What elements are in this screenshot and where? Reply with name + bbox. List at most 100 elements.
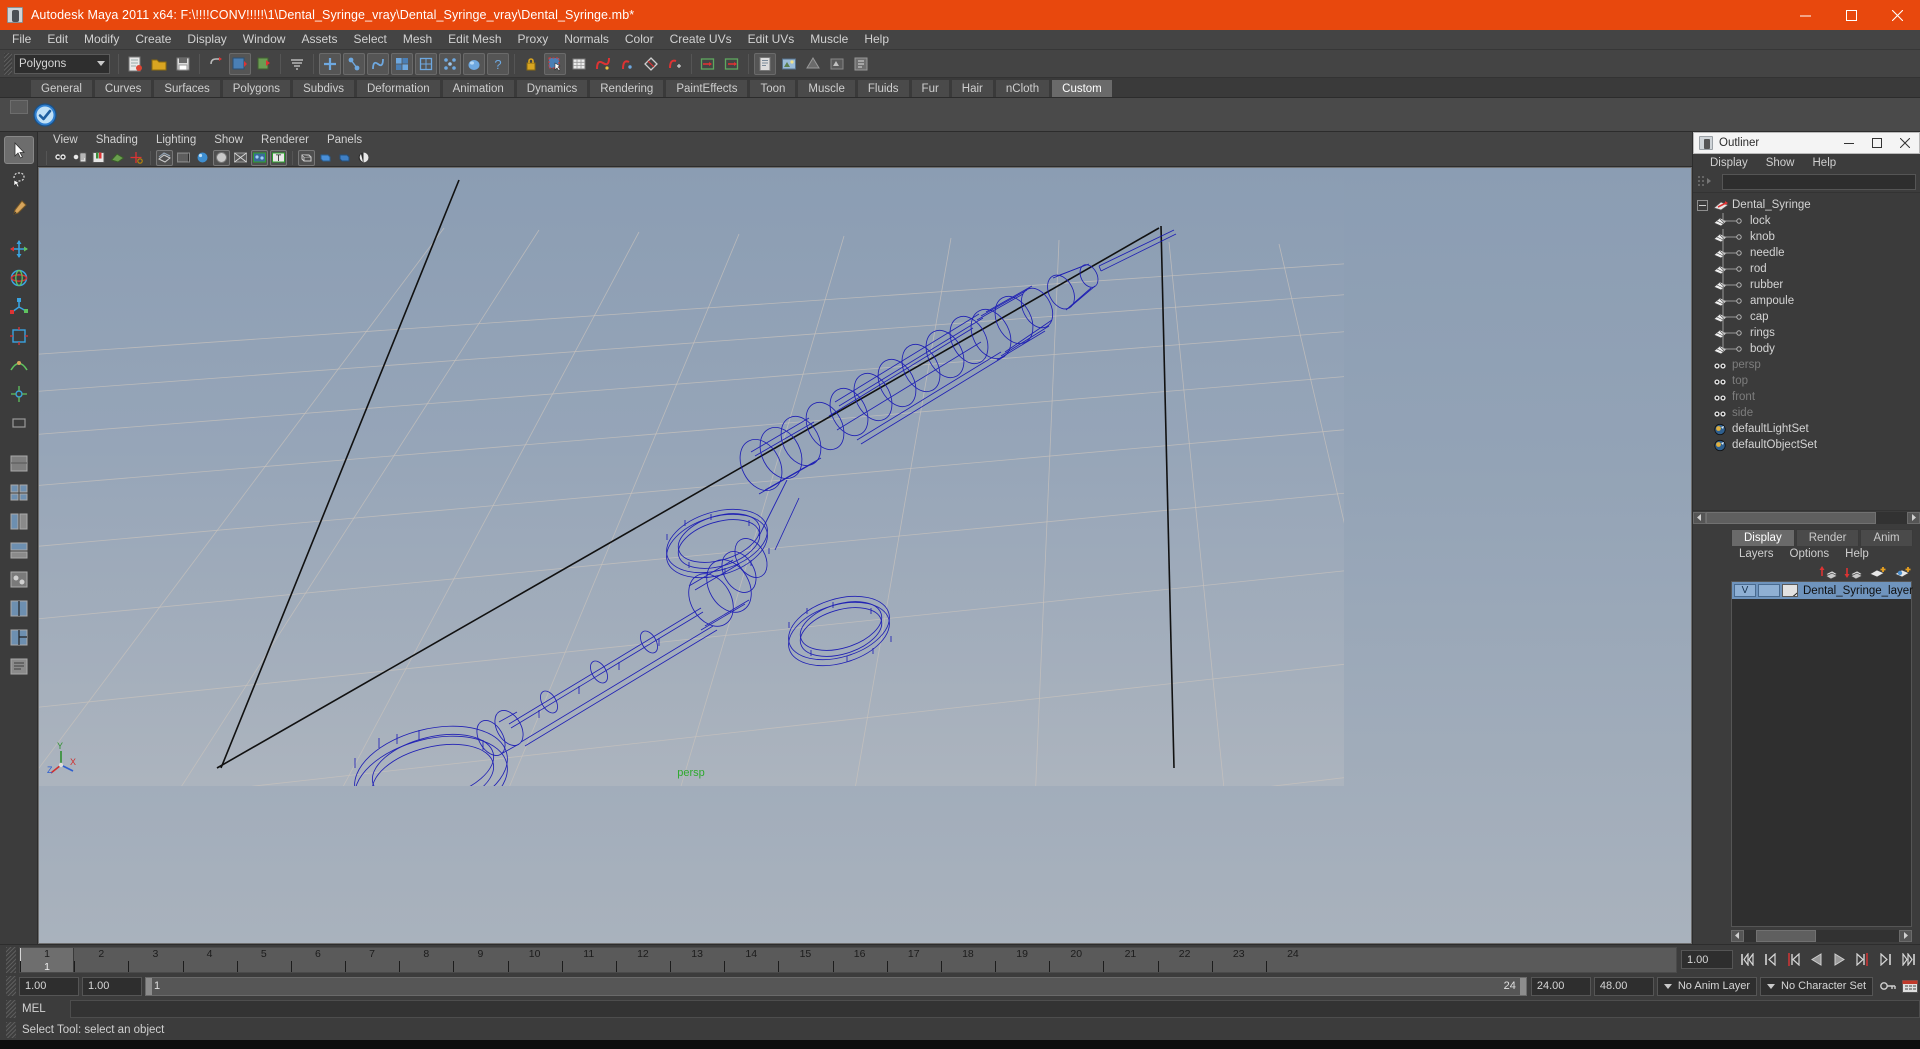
- menu-window[interactable]: Window: [235, 30, 294, 49]
- menu-muscle[interactable]: Muscle: [802, 30, 856, 49]
- move-tool[interactable]: [4, 235, 34, 263]
- bookmark-icon[interactable]: [90, 150, 107, 166]
- anim-layer-dropdown[interactable]: No Anim Layer: [1656, 976, 1758, 996]
- smooth-shade-all-icon[interactable]: [194, 150, 211, 166]
- outliner-item-dental-syringe[interactable]: Dental_Syringe: [1693, 197, 1920, 213]
- outliner-menu-help[interactable]: Help: [1804, 154, 1846, 172]
- shelf-tab-curves[interactable]: Curves: [93, 79, 153, 97]
- two-dimensional-pan-zoom-icon[interactable]: [128, 150, 145, 166]
- scrollbar-thumb[interactable]: [1706, 511, 1876, 524]
- select-curve-icon[interactable]: [367, 52, 389, 75]
- outliner-item-rings[interactable]: rings: [1693, 325, 1920, 341]
- layer-row[interactable]: V Dental_Syringe_layer: [1732, 582, 1913, 599]
- lasso-tool[interactable]: [4, 165, 34, 193]
- minimize-button[interactable]: [1782, 0, 1828, 30]
- vray-checkmark-icon[interactable]: [30, 100, 60, 130]
- anim-end-field[interactable]: 24.00: [1530, 976, 1591, 996]
- new-layer-up-icon[interactable]: [1817, 564, 1839, 580]
- flat-shade-icon[interactable]: [213, 149, 230, 166]
- shelf-tab-general[interactable]: General: [30, 79, 93, 97]
- snap-point-icon[interactable]: [616, 53, 638, 75]
- viewport-menu-shading[interactable]: Shading: [87, 132, 147, 149]
- menu-color[interactable]: Color: [617, 30, 662, 49]
- search-filter-icon[interactable]: [1697, 174, 1719, 190]
- menu-select[interactable]: Select: [345, 30, 394, 49]
- time-slider-track[interactable]: 1 1 2 3 4 5 6 7 8 9 10 11 12 13 14 15 16 17 18 19 20 21 22 23 2…: [19, 946, 1677, 973]
- viewport-menu-show[interactable]: Show: [205, 132, 252, 149]
- lighting-icon[interactable]: T: [270, 149, 287, 166]
- outliner-item-rubber[interactable]: rubber: [1693, 277, 1920, 293]
- single-perspective-layout[interactable]: [4, 450, 34, 478]
- layer-scrollbar-thumb[interactable]: [1756, 929, 1816, 942]
- menu-modify[interactable]: Modify: [76, 30, 127, 49]
- undo-icon[interactable]: [205, 53, 227, 75]
- shelf-tab-fluids[interactable]: Fluids: [856, 79, 910, 97]
- shelf-tab-surfaces[interactable]: Surfaces: [153, 79, 221, 97]
- scroll-left-icon[interactable]: [1693, 511, 1706, 524]
- time-slider-drag-handle[interactable]: [6, 946, 16, 973]
- snap-view-icon[interactable]: [664, 53, 686, 75]
- viewport-menu-renderer[interactable]: Renderer: [252, 132, 318, 149]
- menu-edit[interactable]: Edit: [39, 30, 76, 49]
- new-layer-icon[interactable]: [1867, 564, 1889, 580]
- maximize-button[interactable]: [1828, 0, 1874, 30]
- layer-horizontal-scrollbar[interactable]: [1731, 929, 1912, 942]
- outliner-item-side[interactable]: side: [1693, 405, 1920, 421]
- snap-curve-icon[interactable]: [592, 53, 614, 75]
- ipr-render-icon[interactable]: [826, 53, 848, 75]
- play-forwards-icon[interactable]: [1829, 950, 1850, 970]
- menu-normals[interactable]: Normals: [556, 30, 617, 49]
- shelf-tab-subdivs[interactable]: Subdivs: [292, 79, 355, 97]
- input-connection-icon[interactable]: [697, 53, 719, 75]
- select-uv-icon[interactable]: [415, 52, 437, 75]
- rotate-tool[interactable]: [4, 264, 34, 292]
- outliner-item-body[interactable]: body: [1693, 341, 1920, 357]
- outliner-search-input[interactable]: [1722, 174, 1916, 190]
- menu-mesh[interactable]: Mesh: [395, 30, 440, 49]
- shadows-icon[interactable]: [298, 149, 315, 166]
- go-to-start-icon[interactable]: [1737, 950, 1758, 970]
- outliner-layout[interactable]: [4, 653, 34, 681]
- select-by-object-icon[interactable]: [319, 52, 341, 75]
- shelf-options-handle[interactable]: [10, 100, 28, 114]
- menu-proxy[interactable]: Proxy: [510, 30, 557, 49]
- outliner-item-rod[interactable]: rod: [1693, 261, 1920, 277]
- menu-file[interactable]: File: [4, 30, 39, 49]
- auto-key-icon[interactable]: [1878, 977, 1898, 995]
- three-pane-layout[interactable]: [4, 624, 34, 652]
- shelf-tab-ncloth[interactable]: nCloth: [994, 79, 1051, 97]
- range-end-field[interactable]: 48.00: [1593, 976, 1654, 996]
- two-pane-layout[interactable]: [4, 595, 34, 623]
- tab-render[interactable]: Render: [1795, 529, 1860, 546]
- selection-mode-dropdown[interactable]: Polygons: [14, 53, 110, 74]
- layer-color-swatch[interactable]: [1782, 584, 1798, 597]
- animation-preferences-icon[interactable]: [1900, 977, 1920, 995]
- playback-range-slider[interactable]: 1 24: [145, 976, 1527, 996]
- shelf-tab-toon[interactable]: Toon: [749, 79, 797, 97]
- menu-assets[interactable]: Assets: [293, 30, 345, 49]
- anim-start-field[interactable]: 1.00: [82, 976, 142, 996]
- layer-menu-options[interactable]: Options: [1782, 546, 1838, 563]
- layer-menu-help[interactable]: Help: [1837, 546, 1877, 563]
- lock-icon[interactable]: [520, 53, 542, 75]
- current-time-field[interactable]: 1.00: [1681, 950, 1733, 969]
- shelf-tab-painteffects[interactable]: PaintEffects: [665, 79, 749, 97]
- character-set-dropdown[interactable]: No Character Set: [1760, 976, 1873, 996]
- select-face-icon[interactable]: [391, 52, 413, 75]
- shelf-tab-fur[interactable]: Fur: [910, 79, 950, 97]
- persp-outliner-layout[interactable]: [4, 508, 34, 536]
- toolbar-drag-handle[interactable]: [4, 52, 12, 75]
- last-tool[interactable]: [4, 409, 34, 437]
- collapse-toggle-icon[interactable]: [1697, 199, 1708, 211]
- scale-tool[interactable]: [4, 293, 34, 321]
- texture-icon[interactable]: [251, 149, 268, 166]
- layer-scroll-left-icon[interactable]: [1731, 929, 1744, 942]
- render-view-icon[interactable]: [778, 53, 800, 75]
- outliner-item-default-light-set[interactable]: defaultLightSet: [1693, 421, 1920, 437]
- shelf-tab-rendering[interactable]: Rendering: [589, 79, 665, 97]
- persp-graph-layout[interactable]: [4, 537, 34, 565]
- select-camera-icon[interactable]: [52, 150, 69, 166]
- paint-select-tool[interactable]: [4, 194, 34, 222]
- menu-display[interactable]: Display: [179, 30, 234, 49]
- play-backwards-icon[interactable]: [1806, 950, 1827, 970]
